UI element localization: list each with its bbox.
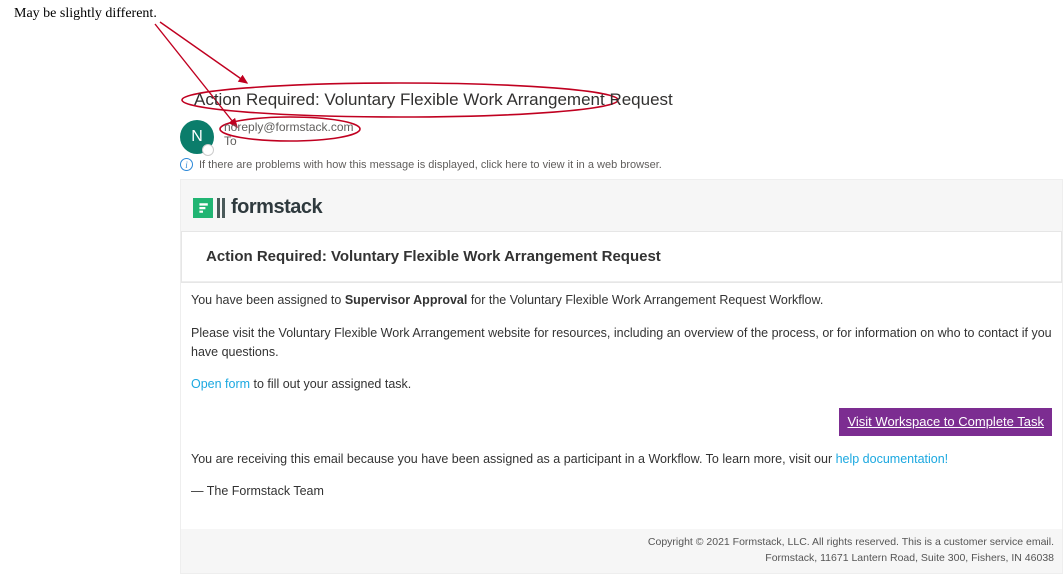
info-icon: i bbox=[180, 158, 193, 171]
help-documentation-link[interactable]: help documentation! bbox=[836, 452, 949, 466]
open-form-rest: to fill out your assigned task. bbox=[250, 377, 411, 391]
message-title: Action Required: Voluntary Flexible Work… bbox=[182, 232, 1061, 282]
info-bar[interactable]: i If there are problems with how this me… bbox=[180, 158, 1063, 171]
visit-workspace-button[interactable]: Visit Workspace to Complete Task bbox=[839, 408, 1052, 436]
open-form-link[interactable]: Open form bbox=[191, 377, 250, 391]
email-footer: Copyright © 2021 Formstack, LLC. All rig… bbox=[181, 529, 1062, 573]
p1-a: You have been assigned to bbox=[191, 293, 345, 307]
annotation-note: May be slightly different. bbox=[14, 6, 157, 22]
brand-row: formstack bbox=[181, 180, 1062, 231]
email-body: formstack Action Required: Voluntary Fle… bbox=[180, 179, 1063, 574]
p1-role: Supervisor Approval bbox=[345, 293, 468, 307]
sender-meta: noreply@formstack.com To bbox=[224, 120, 354, 148]
footer-line-1: Copyright © 2021 Formstack, LLC. All rig… bbox=[189, 535, 1054, 551]
sender-row: N noreply@formstack.com To bbox=[180, 120, 1063, 154]
cta-row: Visit Workspace to Complete Task bbox=[191, 408, 1052, 436]
message-body: You have been assigned to Supervisor App… bbox=[181, 283, 1062, 529]
signoff: — The Formstack Team bbox=[191, 482, 1052, 501]
sender-avatar: N bbox=[180, 120, 214, 154]
info-bar-text: If there are problems with how this mess… bbox=[199, 159, 662, 171]
paragraph-visit: Please visit the Voluntary Flexible Work… bbox=[191, 324, 1052, 362]
paragraph-assigned: You have been assigned to Supervisor App… bbox=[191, 291, 1052, 310]
sender-email: noreply@formstack.com bbox=[224, 120, 354, 134]
paragraph-footer-note: You are receiving this email because you… bbox=[191, 450, 1052, 469]
avatar-initial: N bbox=[191, 128, 203, 146]
p1-c: for the Voluntary Flexible Work Arrangem… bbox=[467, 293, 823, 307]
formstack-logo-icon bbox=[193, 198, 213, 218]
recipient-label: To bbox=[224, 134, 354, 148]
brand-bars-icon bbox=[215, 198, 225, 218]
footer-line-2: Formstack, 11671 Lantern Road, Suite 300… bbox=[189, 551, 1054, 567]
message-card: Action Required: Voluntary Flexible Work… bbox=[181, 231, 1062, 283]
avatar-status-icon bbox=[202, 144, 214, 156]
email-subject: Action Required: Voluntary Flexible Work… bbox=[194, 90, 1063, 110]
brand-name: formstack bbox=[231, 196, 322, 219]
paragraph-open-form: Open form to fill out your assigned task… bbox=[191, 375, 1052, 394]
p4-a: You are receiving this email because you… bbox=[191, 452, 836, 466]
email-container: Action Required: Voluntary Flexible Work… bbox=[180, 90, 1063, 574]
